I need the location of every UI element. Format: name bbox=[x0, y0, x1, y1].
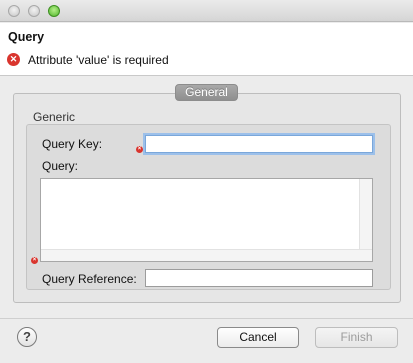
zoom-window-button[interactable] bbox=[48, 5, 60, 17]
query-key-error-icon: × bbox=[136, 146, 143, 153]
cancel-button[interactable]: Cancel bbox=[217, 327, 299, 348]
dialog-title: Query bbox=[8, 30, 45, 44]
query-key-input[interactable] bbox=[145, 135, 373, 153]
query-reference-label: Query Reference: bbox=[42, 272, 137, 286]
query-label: Query: bbox=[42, 159, 79, 173]
dialog-header: Query ✕ Attribute 'value' is required bbox=[0, 23, 413, 76]
minimize-window-button[interactable] bbox=[28, 5, 40, 17]
generic-section-label: Generic bbox=[33, 110, 76, 124]
tab-general[interactable]: General bbox=[175, 84, 238, 101]
error-icon: ✕ bbox=[7, 53, 20, 66]
query-reference-input[interactable] bbox=[145, 269, 373, 287]
query-key-label: Query Key: bbox=[42, 137, 103, 151]
error-message: Attribute 'value' is required bbox=[28, 53, 169, 67]
window-titlebar bbox=[0, 0, 413, 22]
finish-button[interactable]: Finish bbox=[315, 327, 398, 348]
query-horizontal-scrollbar[interactable] bbox=[41, 249, 372, 261]
help-icon[interactable]: ? bbox=[17, 327, 37, 347]
footer-divider bbox=[0, 318, 413, 319]
query-vertical-scrollbar[interactable] bbox=[359, 179, 372, 249]
query-error-icon: × bbox=[31, 257, 38, 264]
close-window-button[interactable] bbox=[8, 5, 20, 17]
